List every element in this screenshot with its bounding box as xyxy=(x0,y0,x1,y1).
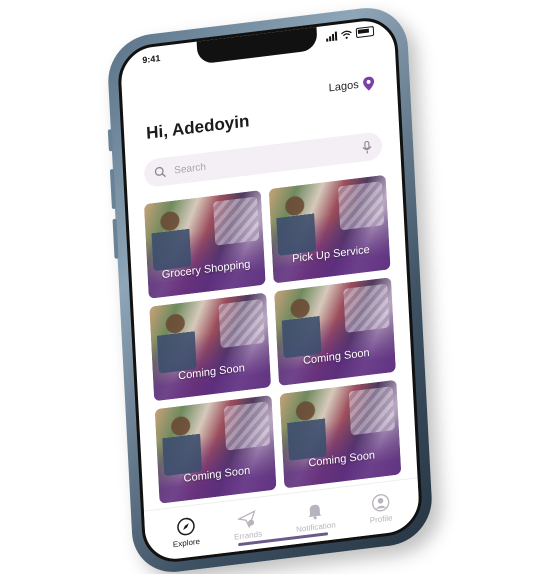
search-input[interactable] xyxy=(171,141,363,178)
card-image-person xyxy=(150,206,192,272)
greeting-title: Hi, Adedoyin xyxy=(145,111,250,143)
phone-mockup: 9:41 Lagos Hi, Adedoyin Search Grocery S… xyxy=(106,3,434,574)
card-image-person xyxy=(285,396,327,461)
battery-icon xyxy=(355,25,375,39)
microphone-icon[interactable] xyxy=(362,140,373,154)
card-image-person xyxy=(280,294,322,359)
card-image-shelf xyxy=(343,283,390,333)
card-image-person xyxy=(275,191,317,256)
nav-label-errands: Errands xyxy=(233,528,263,542)
signal-icon xyxy=(326,30,338,42)
location-selector[interactable]: Lagos xyxy=(328,76,375,96)
service-card-pick-up-service[interactable]: Pick Up Service xyxy=(268,174,391,284)
service-card-coming-soon[interactable]: Coming Soon xyxy=(154,394,277,504)
compass-icon xyxy=(176,517,195,535)
card-image-shelf xyxy=(348,386,395,436)
service-card-coming-soon[interactable]: Coming Soon xyxy=(279,379,402,489)
card-image-person xyxy=(161,411,203,477)
wifi-icon xyxy=(341,30,352,39)
location-label: Lagos xyxy=(328,78,360,95)
nav-item-profile[interactable]: Profile xyxy=(368,492,393,525)
status-time: 9:41 xyxy=(142,53,161,66)
send-icon xyxy=(237,509,256,529)
nav-item-errands[interactable]: Errands xyxy=(233,508,263,542)
nav-item-notification[interactable]: Notification xyxy=(295,499,336,534)
search-icon xyxy=(154,166,166,178)
card-image-shelf xyxy=(337,181,385,231)
card-image-shelf xyxy=(218,298,265,349)
card-image-shelf xyxy=(223,401,271,451)
phone-screen: 9:41 Lagos Hi, Adedoyin Search Grocery S… xyxy=(116,14,424,566)
bell-icon xyxy=(308,504,322,519)
nav-item-explore[interactable]: Explore xyxy=(172,516,201,549)
nav-label-explore: Explore xyxy=(172,536,201,549)
stage: 9:41 Lagos Hi, Adedoyin Search Grocery S… xyxy=(0,0,543,574)
card-image-shelf xyxy=(213,196,260,246)
service-card-coming-soon[interactable]: Coming Soon xyxy=(274,277,396,387)
location-pin-icon xyxy=(363,76,375,91)
services-grid: Grocery Shopping Pick Up Service Coming … xyxy=(143,174,402,504)
nav-label-profile: Profile xyxy=(369,512,393,525)
nav-label-notification: Notification xyxy=(295,519,336,534)
service-card-grocery-shopping[interactable]: Grocery Shopping xyxy=(143,189,266,299)
profile-icon xyxy=(371,493,389,511)
card-image-person xyxy=(155,309,197,374)
service-card-coming-soon[interactable]: Coming Soon xyxy=(149,292,272,402)
status-icons xyxy=(326,25,375,42)
